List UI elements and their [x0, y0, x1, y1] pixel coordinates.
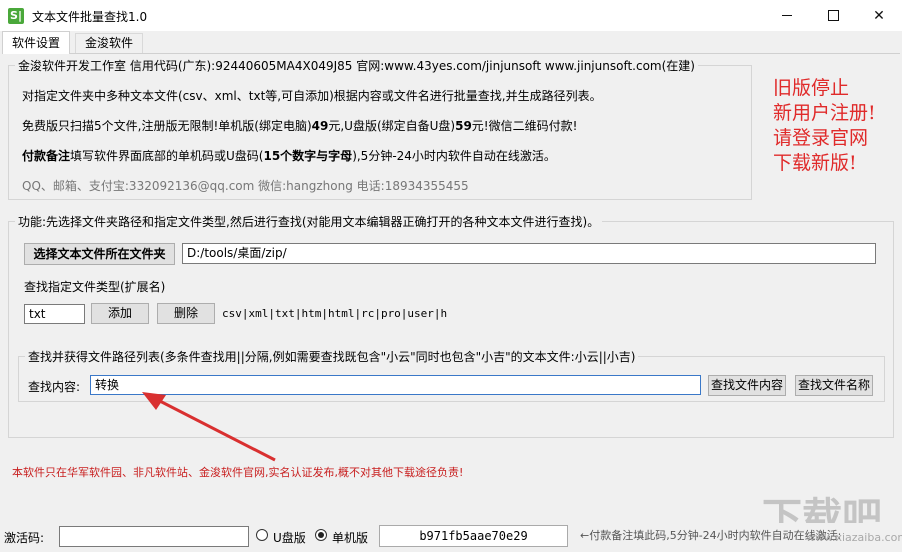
title-bar: S| 文本文件批量查找1.0 ✕: [0, 0, 902, 31]
deprecation-notice: 旧版停止 新用户注册! 请登录官网 下载新版!: [773, 76, 876, 176]
close-icon: ✕: [873, 7, 885, 24]
tab-strip: 软件设置 金浚软件: [0, 31, 902, 54]
payment-note-tail: ),5分钟-24小时内软件自动在线激活。: [352, 149, 556, 163]
folder-path-input[interactable]: D:/tools/桌面/zip/: [182, 243, 876, 264]
activation-label: 激活码:: [4, 531, 45, 545]
extension-list: csv|xml|txt|htm|html|rc|pro|user|h: [222, 307, 448, 320]
machine-serial-field[interactable]: b971fb5aae70e29: [379, 525, 568, 547]
distribution-warning: 本软件只在华军软件园、非凡软件站、金浚软件官网,实名认证发布,概不对其他下载途径…: [12, 466, 464, 479]
info-line-pricing: 免费版只扫描5个文件,注册版无限制!单机版(绑定电脑)49元,U盘版(绑定自备U…: [22, 117, 577, 134]
app-logo-icon: S|: [8, 8, 24, 24]
watermark-url: www.xiazaiba.com: [806, 531, 902, 544]
payment-note-bold2: 15个数字与字母: [263, 149, 353, 163]
pricing-text-c: 元!微信二维码付款!: [471, 119, 578, 133]
info-group-legend: 金浚软件开发工作室 信用代码(广东):92440605MA4X049J85 官网…: [15, 57, 698, 74]
find-filename-button[interactable]: 查找文件名称: [795, 375, 873, 396]
search-group-legend: 查找并获得文件路径列表(多条件查找用||分隔,例如需要查找既包含"小云"同时也包…: [25, 348, 639, 365]
usb-version-label: U盘版: [273, 531, 306, 545]
search-content-input[interactable]: 转换: [90, 375, 701, 395]
price-usb: 59: [455, 119, 472, 133]
notice-line: 请登录官网: [773, 127, 869, 149]
function-group-legend: 功能:先选择文件夹路径和指定文件类型,然后进行查找(对能用文本编辑器正确打开的各…: [15, 213, 603, 230]
app-window: S| 文本文件批量查找1.0 ✕ 软件设置 金浚软件 金浚软件开发工作室 信用代…: [0, 0, 902, 552]
maximize-button[interactable]: [810, 0, 856, 31]
pricing-text-b: 元,U盘版(绑定自备U盘): [328, 119, 456, 133]
info-line-payment-note: 付款备注填写软件界面底部的单机码或U盘码(15个数字与字母),5分钟-24小时内…: [22, 147, 556, 164]
delete-extension-button[interactable]: 删除: [157, 303, 215, 324]
minimize-button[interactable]: [764, 0, 810, 31]
extension-input[interactable]: txt: [24, 304, 85, 324]
tab-jinjun-software[interactable]: 金浚软件: [75, 33, 144, 53]
close-button[interactable]: ✕: [856, 0, 902, 31]
minimize-icon: [782, 15, 792, 16]
info-line-features: 对指定文件夹中多种文本文件(csv、xml、txt等,可自添加)根据内容或文件名…: [22, 89, 602, 103]
search-content-label: 查找内容:: [28, 380, 81, 394]
add-extension-button[interactable]: 添加: [91, 303, 149, 324]
standalone-version-label: 单机版: [332, 531, 369, 545]
notice-line: 旧版停止: [773, 77, 850, 99]
notice-line: 新用户注册!: [773, 102, 876, 124]
maximize-icon: [827, 10, 839, 21]
tab-software-settings[interactable]: 软件设置: [2, 31, 71, 54]
payment-note-text: 填写软件界面底部的单机码或U盘码(: [70, 149, 264, 163]
filetype-label: 查找指定文件类型(扩展名): [24, 280, 166, 294]
pricing-text-a: 免费版只扫描5个文件,注册版无限制!单机版(绑定电脑): [22, 119, 312, 133]
usb-version-radio[interactable]: [256, 529, 268, 541]
serial-hint: ←付款备注填此码,5分钟-24小时内软件自动在线激活:: [580, 529, 842, 542]
find-content-button[interactable]: 查找文件内容: [708, 375, 786, 396]
notice-line: 下载新版!: [773, 152, 857, 174]
price-standalone: 49: [311, 119, 329, 133]
contact-info: QQ、邮箱、支付宝:332092136@qq.com 微信:hangzhong …: [22, 179, 469, 193]
standalone-version-radio[interactable]: [315, 529, 327, 541]
window-title: 文本文件批量查找1.0: [32, 10, 148, 24]
payment-note-bold: 付款备注: [22, 149, 71, 163]
select-folder-button[interactable]: 选择文本文件所在文件夹: [24, 243, 175, 265]
activation-code-input[interactable]: [59, 526, 249, 547]
